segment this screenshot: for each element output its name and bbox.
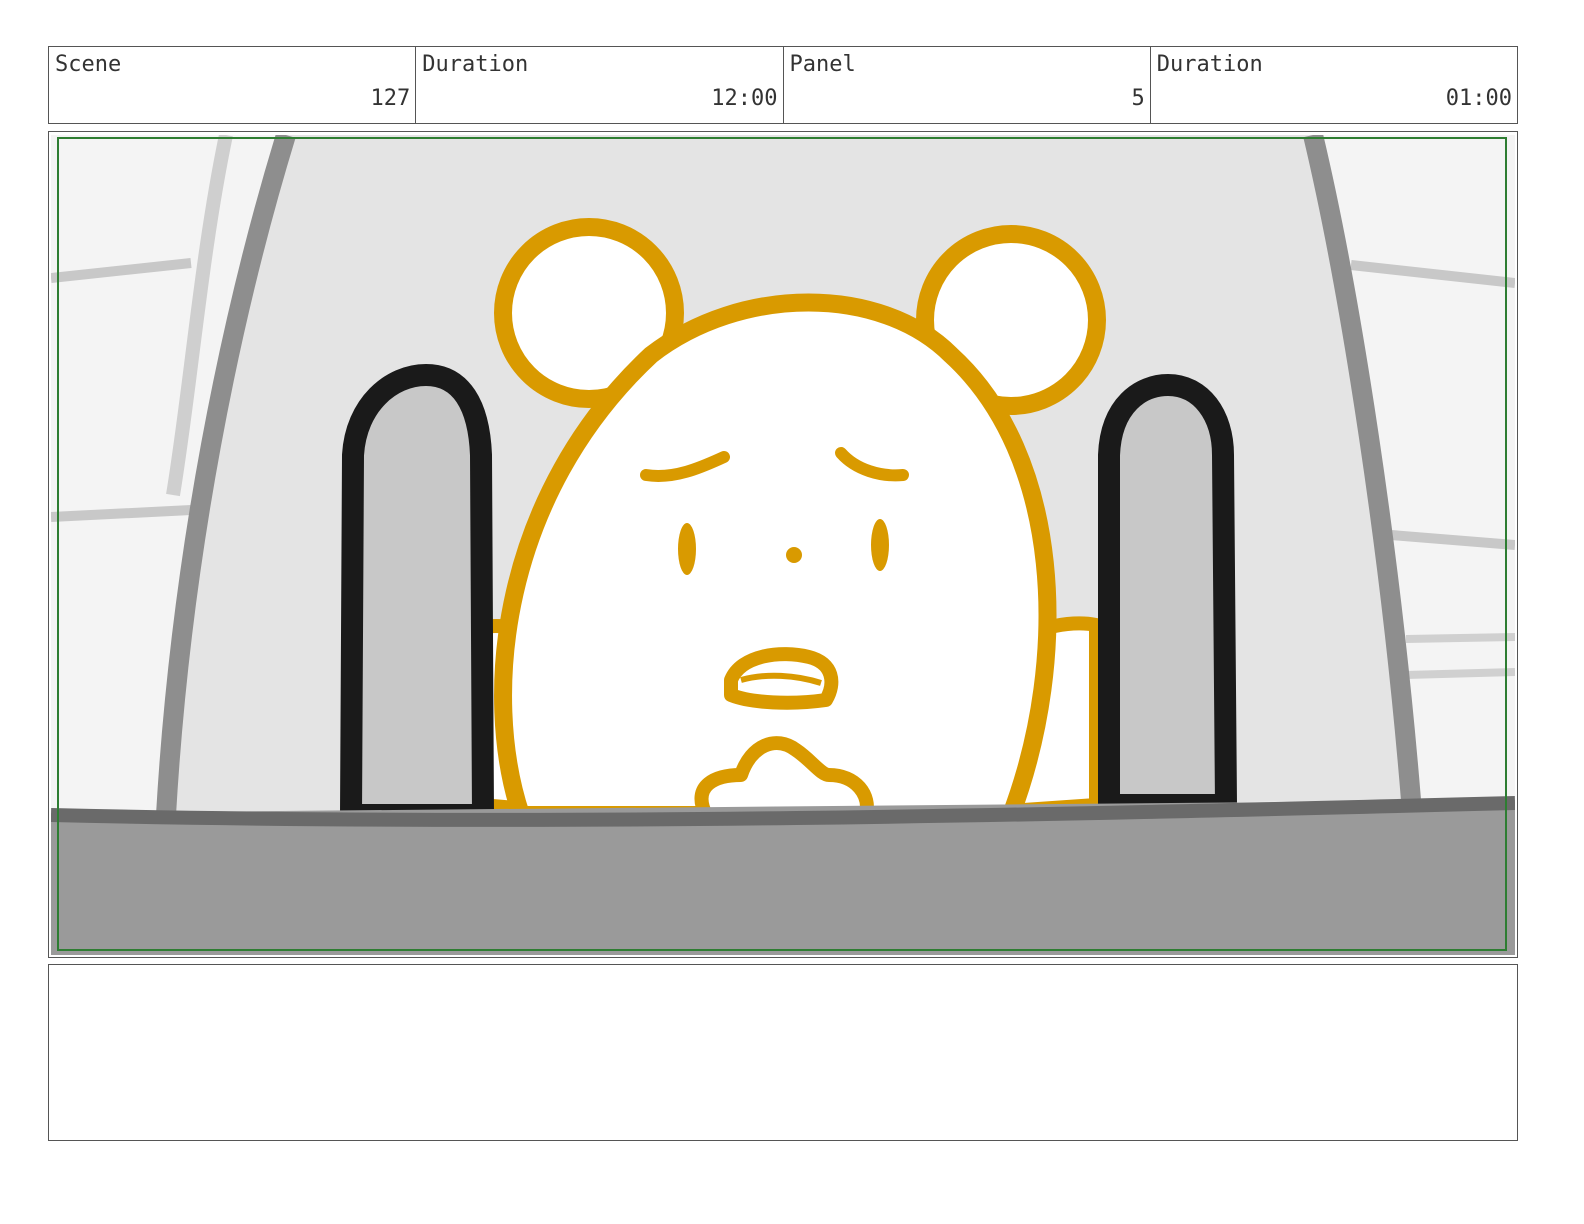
panel-cell: Panel 5 [784, 47, 1151, 123]
panel-number: 5 [1131, 86, 1145, 111]
panel-notes-box[interactable] [48, 964, 1518, 1141]
bear-nose [786, 547, 802, 563]
panel-duration-cell: Duration 01:00 [1151, 47, 1517, 123]
scene-label: Scene [55, 52, 122, 77]
panel-duration-value: 01:00 [1445, 86, 1512, 111]
scene-number: 127 [370, 86, 411, 111]
panel-duration-label: Duration [1156, 52, 1263, 77]
wall-line-left-bottom [51, 505, 192, 522]
scene-duration-cell: Duration 12:00 [416, 47, 784, 123]
wall-line-right-lower [1405, 668, 1515, 679]
scene-cell: Scene 127 [49, 47, 417, 123]
bear-eye-right [871, 519, 889, 571]
wall-line-right-low [1405, 633, 1515, 643]
bear-eye-left [678, 523, 696, 575]
headrest-post-right [1098, 374, 1237, 816]
scene-duration-value: 12:00 [711, 86, 778, 111]
storyboard-drawing [51, 135, 1515, 955]
panel-info-header: Scene 127 Duration 12:00 Panel 5 Duratio… [48, 46, 1518, 124]
scene-duration-label: Duration [422, 52, 529, 77]
panel-label: Panel [789, 52, 856, 77]
headrest-post-left [340, 364, 494, 826]
